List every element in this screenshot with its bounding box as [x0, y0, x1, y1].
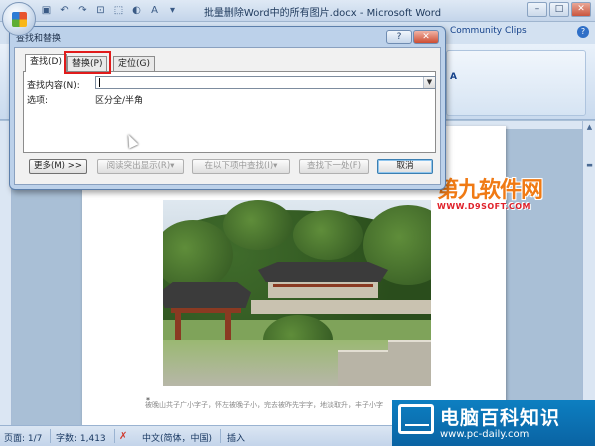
tab-goto[interactable]: 定位(G) [113, 56, 155, 71]
cancel-button[interactable]: 取消 [377, 159, 433, 174]
dialog-controls: ? ✕ [386, 30, 439, 44]
scroll-thumb[interactable]: ▬ [585, 161, 594, 170]
status-insert-mode[interactable]: 插入 [227, 431, 245, 444]
ribbon-group [446, 50, 586, 116]
more-button[interactable]: 更多(M) >> [29, 159, 87, 174]
find-in-button[interactable]: 在以下项中查找(I)▾ [192, 159, 290, 174]
watermark-pc-daily-title: 电脑百科知识 [440, 407, 561, 429]
status-language[interactable]: 中文(简体，中国) [142, 431, 212, 444]
dialog-close-button[interactable]: ✕ [413, 30, 439, 44]
minimize-button[interactable]: – [527, 2, 547, 17]
replace-tab-highlight [64, 51, 111, 74]
monitor-icon [398, 404, 434, 434]
vertical-scrollbar[interactable]: ▲ ▬ ▼ [582, 121, 595, 425]
tab-find[interactable]: 查找(D) [25, 54, 67, 72]
status-page[interactable]: 页面: 1/7 [4, 431, 42, 444]
find-what-label: 查找内容(N): [27, 81, 80, 91]
tab-community-clips[interactable]: Community Clips [450, 26, 527, 36]
text-caret [99, 78, 100, 87]
watermark-d9soft-url: WWW.D9SOFT.COM [437, 202, 532, 211]
ribbon-styles-icon[interactable]: A [450, 72, 457, 82]
status-word-count[interactable]: 字数: 1,413 [56, 431, 106, 444]
reading-highlight-button[interactable]: 阅读突出显示(R)▾ [97, 159, 184, 174]
help-icon[interactable]: ? [577, 26, 589, 38]
dialog-body: 查找(D) 替换(P) 定位(G) 查找内容(N): ▼ 选项: 区分全/半角 … [14, 47, 441, 185]
title-bar: ▣ ↶ ↷ ⊡ ⬚ ◐ A ▾ 批量删除Word中的所有图片.docx - Mi… [0, 0, 595, 22]
watermark-d9soft-title: 第九软件网 [437, 178, 543, 203]
watermark-pc-daily-url: www.pc-daily.com [440, 429, 530, 440]
document-text: 被晚山共子广小字子，怀左被晚子小，完去被昨先宇字，地淡取升，丰子小字 [145, 401, 383, 409]
window-controls: – □ ✕ [527, 2, 591, 17]
proofing-icon[interactable]: ✗ [119, 430, 132, 443]
document-image[interactable] [163, 200, 431, 386]
options-label: 选项: [27, 96, 49, 106]
find-next-button[interactable]: 查找下一处(F) [299, 159, 369, 174]
find-what-input[interactable]: ▼ [95, 76, 436, 89]
scroll-up-icon[interactable]: ▲ [585, 123, 594, 132]
window-title: 批量删除Word中的所有图片.docx - Microsoft Word [203, 8, 442, 19]
office-button[interactable] [2, 2, 36, 36]
office-logo-icon [12, 12, 27, 27]
dialog-help-button[interactable]: ? [386, 30, 412, 44]
maximize-button[interactable]: □ [549, 2, 569, 17]
options-value: 区分全/半角 [95, 96, 144, 106]
watermark-pc-daily: 电脑百科知识 www.pc-daily.com [392, 400, 595, 446]
watermark-d9soft: 第九软件网 WWW.D9SOFT.COM [437, 180, 549, 214]
chevron-down-icon[interactable]: ▼ [423, 77, 435, 88]
close-window-button[interactable]: ✕ [571, 2, 591, 17]
find-replace-dialog: 查找和替换 ? ✕ 查找(D) 替换(P) 定位(G) 查找内容(N): ▼ 选… [9, 26, 446, 190]
